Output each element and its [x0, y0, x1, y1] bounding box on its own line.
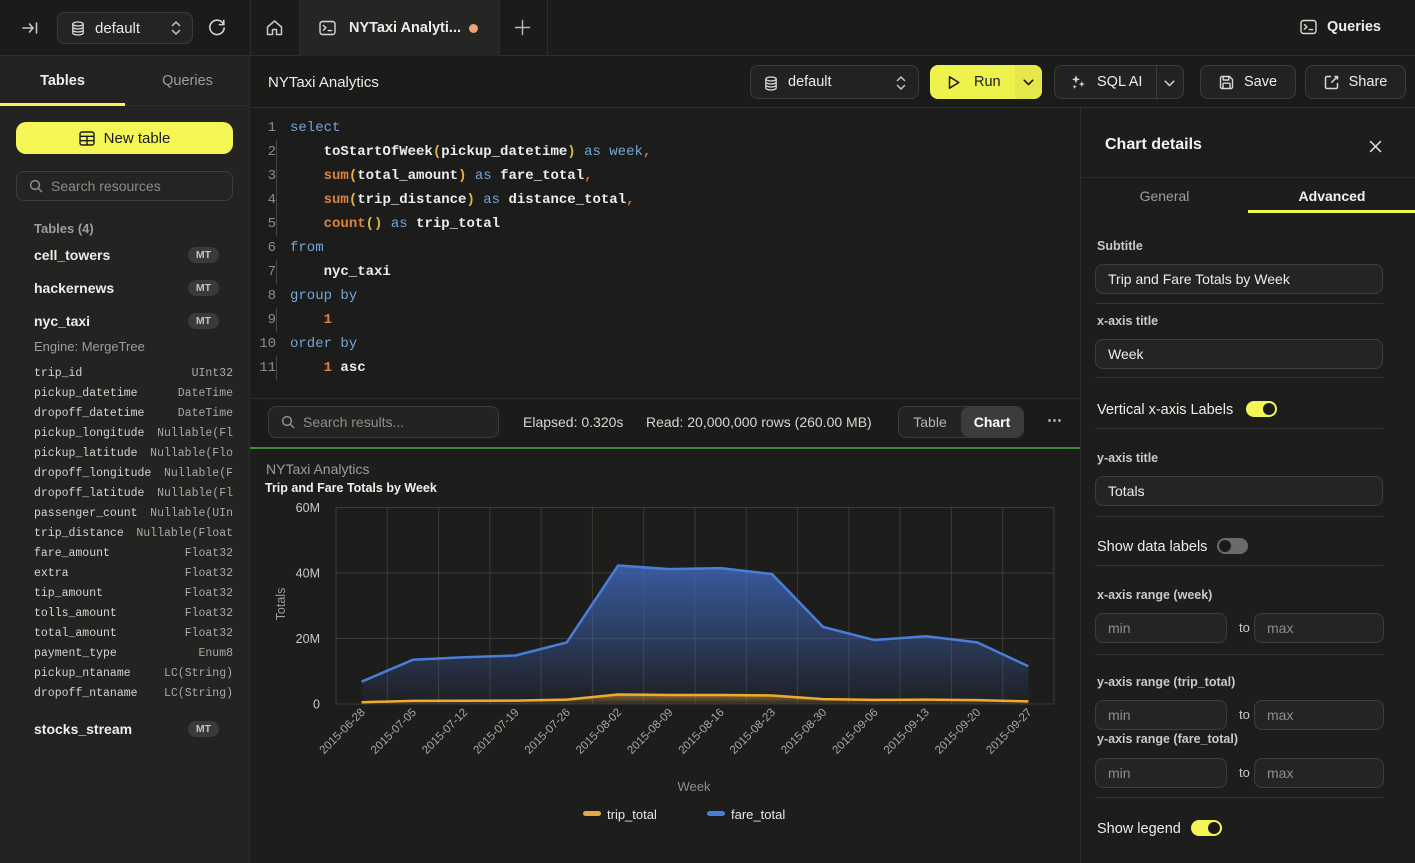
svg-text:2015-06-28: 2015-06-28: [318, 707, 368, 757]
svg-text:2015-07-19: 2015-07-19: [472, 707, 522, 757]
svg-text:2015-08-16: 2015-08-16: [677, 707, 727, 757]
svg-text:2015-07-12: 2015-07-12: [420, 707, 470, 757]
svg-text:2015-08-02: 2015-08-02: [574, 707, 624, 757]
svg-text:fare_total: fare_total: [731, 807, 785, 822]
svg-text:Totals: Totals: [274, 588, 288, 621]
svg-text:2015-09-06: 2015-09-06: [831, 707, 881, 757]
svg-text:Trip and Fare Totals by Week: Trip and Fare Totals by Week: [265, 481, 437, 495]
svg-text:2015-08-23: 2015-08-23: [728, 707, 778, 757]
svg-text:2015-08-30: 2015-08-30: [779, 707, 829, 757]
svg-text:2015-07-05: 2015-07-05: [369, 707, 419, 757]
svg-text:2015-09-13: 2015-09-13: [882, 707, 932, 757]
svg-text:0: 0: [313, 698, 320, 712]
svg-text:trip_total: trip_total: [607, 807, 657, 822]
svg-text:2015-07-26: 2015-07-26: [523, 707, 573, 757]
svg-text:NYTaxi Analytics: NYTaxi Analytics: [266, 461, 369, 477]
svg-text:60M: 60M: [296, 501, 320, 515]
svg-text:2015-09-27: 2015-09-27: [984, 707, 1034, 757]
svg-text:Week: Week: [678, 779, 711, 794]
svg-text:40M: 40M: [296, 567, 320, 581]
svg-text:2015-08-09: 2015-08-09: [625, 707, 675, 757]
svg-text:20M: 20M: [296, 632, 320, 646]
svg-text:2015-09-20: 2015-09-20: [933, 707, 983, 757]
